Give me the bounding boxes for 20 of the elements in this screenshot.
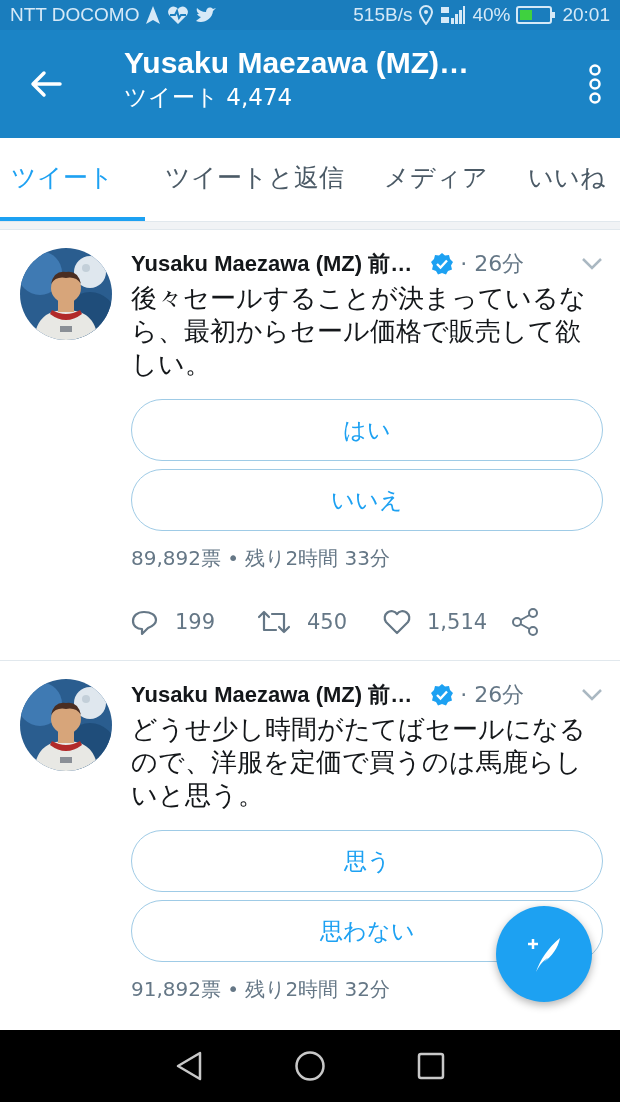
retweet-count: 450 xyxy=(307,610,348,634)
network-speed: 515B/s xyxy=(353,4,413,26)
tweet-count: ツイート 4,474 xyxy=(124,82,294,112)
author-name[interactable]: Yusaku Maezawa (MZ) 前… xyxy=(131,680,413,710)
tweet-time: · 26分 xyxy=(460,250,525,278)
tweet-text: 後々セールすることが決まっているなら、最初からセール価格で販売して欲しい。 xyxy=(131,282,587,381)
profile-title: Yusaku Maezawa (MZ)… xyxy=(124,45,471,80)
profile-tab[interactable]: いいね xyxy=(508,138,620,221)
tweet-time: · 26分 xyxy=(460,681,525,709)
reply-count: 199 xyxy=(175,610,216,634)
tweet-text: どうせ少し時間がたてばセールになるので、洋服を定価で買うのは馬鹿らしいと思う。 xyxy=(131,713,587,812)
author-name[interactable]: Yusaku Maezawa (MZ) 前… xyxy=(131,249,413,279)
profile-tab[interactable]: ツイートと返信 xyxy=(145,138,364,221)
battery-percent: 40% xyxy=(472,4,511,26)
carrier-name: NTT DOCOMO xyxy=(10,4,140,26)
poll-summary: 89,892票 • 残り2時間 33分 xyxy=(131,545,392,572)
profile-tab[interactable]: メディア xyxy=(364,138,508,221)
like-count: 1,514 xyxy=(427,610,488,634)
poll-summary: 91,892票 • 残り2時間 32分 xyxy=(131,976,392,1003)
clock-time: 20:01 xyxy=(562,4,610,26)
